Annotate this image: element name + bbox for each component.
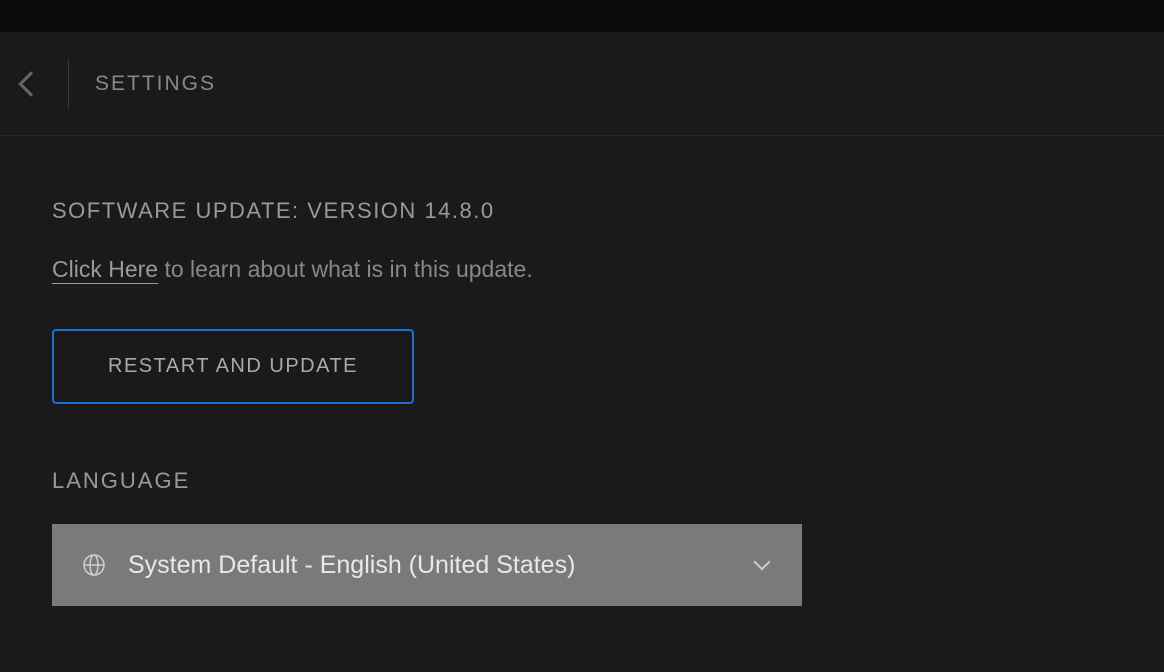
content: SOFTWARE UPDATE: VERSION 14.8.0 Click He… [0,136,1164,606]
top-bar [0,0,1164,32]
language-select[interactable]: System Default - English (United States) [52,524,802,606]
back-chevron-icon[interactable] [18,71,43,96]
page-title: SETTINGS [95,72,216,96]
software-update-heading: SOFTWARE UPDATE: VERSION 14.8.0 [52,198,1112,224]
update-info-link[interactable]: Click Here [52,256,158,282]
language-heading: LANGUAGE [52,468,1112,494]
language-selected-value: System Default - English (United States) [128,551,772,580]
restart-and-update-button[interactable]: RESTART AND UPDATE [52,329,414,404]
header: SETTINGS [0,32,1164,136]
update-description-text: to learn about what is in this update. [158,256,533,282]
globe-icon [82,553,106,577]
software-update-description: Click Here to learn about what is in thi… [52,256,1112,283]
header-divider [68,59,69,109]
